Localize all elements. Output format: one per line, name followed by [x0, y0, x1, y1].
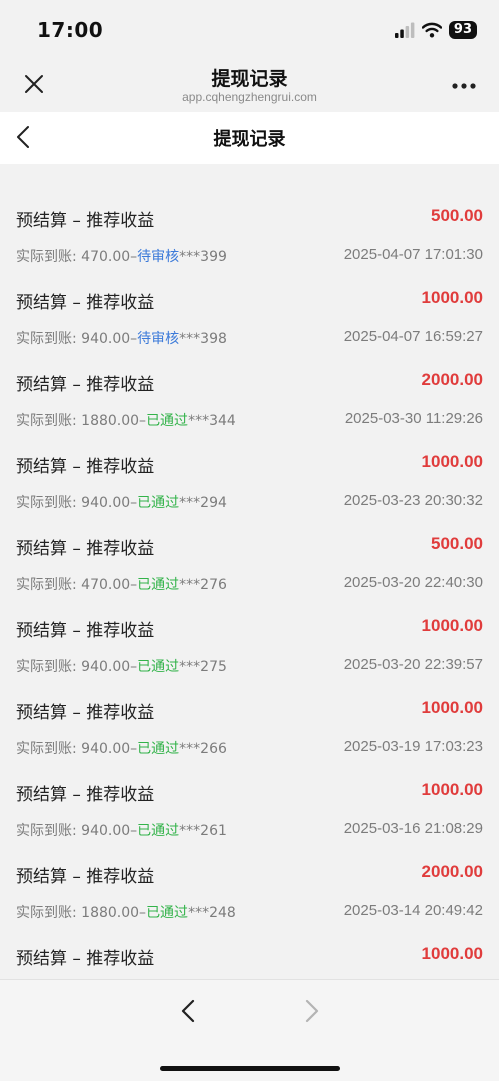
- record-detail: 实际到账: 1880.00–已通过***248: [16, 902, 236, 922]
- record-title: 预结算 – 推荐收益: [16, 539, 155, 559]
- record-title: 预结算 – 推荐收益: [16, 867, 155, 887]
- record-amount: 1000.00: [421, 452, 483, 471]
- record-detail: 实际到账: 940.00–已通过***294: [16, 492, 227, 512]
- more-icon[interactable]: [451, 82, 477, 90]
- status-bar: 17:00 93: [0, 0, 499, 58]
- record-actual-amount: 实际到账: 940.00–: [16, 823, 138, 839]
- record-amount: 1000.00: [421, 616, 483, 635]
- record-title: 预结算 – 推荐收益: [16, 703, 155, 723]
- record-detail: 实际到账: 940.00–已通过***266: [16, 738, 227, 758]
- record-actual-amount: 实际到账: 470.00–: [16, 249, 138, 265]
- record-title: 预结算 – 推荐收益: [16, 457, 155, 477]
- record-item[interactable]: 预结算 – 推荐收益 1000.00 实际到账: 940.00–已通过***26…: [0, 684, 499, 766]
- record-amount: 1000.00: [421, 288, 483, 307]
- record-time: 2025-03-20 22:40:30: [343, 574, 483, 591]
- status-time: 17:00: [37, 18, 104, 42]
- record-title: 预结算 – 推荐收益: [16, 293, 155, 313]
- record-item[interactable]: 预结算 – 推荐收益 2000.00 实际到账: 1880.00–已通过***2…: [0, 848, 499, 930]
- record-account: ***275: [179, 659, 227, 675]
- wifi-icon: [421, 22, 442, 38]
- record-status: 已通过: [137, 577, 180, 593]
- record-actual-amount: 实际到账: 940.00–: [16, 659, 138, 675]
- record-account: ***344: [188, 413, 236, 429]
- record-actual-amount: 实际到账: 940.00–: [16, 495, 138, 511]
- record-item[interactable]: 预结算 – 推荐收益 1000.00 实际到账: 940.00–已通过***27…: [0, 602, 499, 684]
- nav-forward-icon[interactable]: [298, 996, 324, 1026]
- record-status: 已通过: [137, 823, 180, 839]
- record-amount: 1000.00: [421, 944, 483, 963]
- record-actual-amount: 实际到账: 1880.00–: [16, 905, 147, 921]
- record-status: 已通过: [137, 741, 180, 757]
- record-status: 待审核: [137, 331, 180, 347]
- record-detail: 实际到账: 940.00–待审核***398: [16, 328, 227, 348]
- page-title: 提现记录: [213, 129, 286, 150]
- record-status: 已通过: [137, 659, 180, 675]
- record-time: 2025-03-16 21:08:29: [343, 820, 483, 837]
- record-item[interactable]: 预结算 – 推荐收益 500.00 实际到账: 470.00–已通过***276…: [0, 520, 499, 602]
- nav-back-icon[interactable]: [176, 996, 202, 1026]
- record-time: 2025-04-07 16:59:27: [343, 328, 483, 345]
- record-amount: 500.00: [431, 206, 483, 225]
- record-amount: 1000.00: [421, 698, 483, 717]
- webview-url: app.cqhengzhengrui.com: [182, 90, 317, 104]
- record-status: 待审核: [137, 249, 180, 265]
- record-item[interactable]: 预结算 – 推荐收益 1000.00: [0, 930, 499, 979]
- record-detail: 实际到账: 1880.00–已通过***344: [16, 410, 236, 430]
- record-time: 2025-03-14 20:49:42: [343, 902, 483, 919]
- status-icons: 93: [394, 20, 477, 40]
- record-actual-amount: 实际到账: 940.00–: [16, 741, 138, 757]
- record-status: 已通过: [146, 905, 189, 921]
- record-account: ***276: [179, 577, 227, 593]
- record-account: ***399: [179, 249, 227, 265]
- record-item[interactable]: 预结算 – 推荐收益 2000.00 实际到账: 1880.00–已通过***3…: [0, 356, 499, 438]
- record-time: 2025-03-19 17:03:23: [343, 738, 483, 755]
- record-item[interactable]: 预结算 – 推荐收益 500.00 实际到账: 470.00–待审核***399…: [0, 192, 499, 274]
- battery-badge: 93: [448, 21, 477, 39]
- record-status: 已通过: [146, 413, 189, 429]
- record-actual-amount: 实际到账: 470.00–: [16, 577, 138, 593]
- record-item[interactable]: 预结算 – 推荐收益 1000.00 实际到账: 940.00–已通过***29…: [0, 438, 499, 520]
- record-detail: 实际到账: 940.00–已通过***261: [16, 820, 227, 840]
- browser-toolbar: [0, 979, 499, 1081]
- record-time: 2025-03-23 20:30:32: [343, 492, 483, 509]
- record-account: ***266: [179, 741, 227, 757]
- record-title: 预结算 – 推荐收益: [16, 211, 155, 231]
- record-account: ***261: [179, 823, 227, 839]
- webview-header: 提现记录 app.cqhengzhengrui.com: [0, 58, 499, 112]
- record-actual-amount: 实际到账: 1880.00–: [16, 413, 147, 429]
- record-status: 已通过: [137, 495, 180, 511]
- withdrawal-record-list[interactable]: 预结算 – 推荐收益 500.00 实际到账: 470.00–待审核***399…: [0, 164, 499, 979]
- record-time: 2025-04-07 17:01:30: [343, 246, 483, 263]
- record-actual-amount: 实际到账: 940.00–: [16, 331, 138, 347]
- record-account: ***294: [179, 495, 227, 511]
- record-amount: 500.00: [431, 534, 483, 553]
- signal-icon: [394, 22, 415, 38]
- record-amount: 2000.00: [421, 370, 483, 389]
- record-detail: 实际到账: 470.00–已通过***276: [16, 574, 227, 594]
- record-item[interactable]: 预结算 – 推荐收益 1000.00 实际到账: 940.00–已通过***26…: [0, 766, 499, 848]
- record-time: 2025-03-20 22:39:57: [343, 656, 483, 673]
- home-indicator: [160, 1066, 340, 1071]
- record-item[interactable]: 预结算 – 推荐收益 1000.00 实际到账: 940.00–待审核***39…: [0, 274, 499, 356]
- record-amount: 2000.00: [421, 862, 483, 881]
- page-header: 提现记录: [0, 112, 499, 164]
- record-title: 预结算 – 推荐收益: [16, 949, 155, 969]
- record-account: ***248: [188, 905, 236, 921]
- record-detail: 实际到账: 470.00–待审核***399: [16, 246, 227, 266]
- record-title: 预结算 – 推荐收益: [16, 785, 155, 805]
- record-time: 2025-03-30 11:29:26: [344, 410, 483, 427]
- webview-title: 提现记录: [211, 68, 288, 90]
- record-amount: 1000.00: [421, 780, 483, 799]
- record-title: 预结算 – 推荐收益: [16, 375, 155, 395]
- record-detail: 实际到账: 940.00–已通过***275: [16, 656, 227, 676]
- record-account: ***398: [179, 331, 227, 347]
- record-title: 预结算 – 推荐收益: [16, 621, 155, 641]
